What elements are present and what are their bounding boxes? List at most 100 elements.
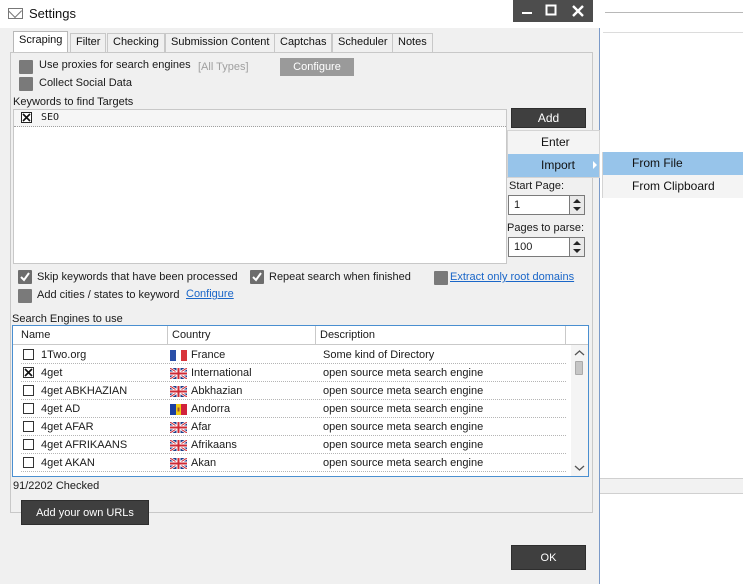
repeat-search-checkbox[interactable] — [250, 270, 264, 284]
checkmark-x-icon — [22, 113, 31, 122]
column-header-country[interactable]: Country — [168, 326, 316, 345]
configure-proxies-button[interactable]: Configure — [280, 58, 354, 76]
column-header-description[interactable]: Description — [316, 326, 566, 345]
tab-notes[interactable]: Notes — [392, 33, 433, 52]
tab-scheduler[interactable]: Scheduler — [332, 33, 394, 52]
engine-description: open source meta search engine — [323, 421, 484, 433]
keyword-checkbox[interactable] — [21, 112, 32, 123]
table-row[interactable]: 4get International open source meta search… — [13, 364, 571, 382]
close-icon — [571, 5, 584, 17]
checkmark-icon — [20, 272, 30, 282]
engine-name: 4get AD — [41, 403, 81, 415]
engine-name: 4get — [41, 367, 63, 379]
collect-social-checkbox[interactable] — [19, 77, 33, 91]
engine-name: 4get ABKHAZIAN — [41, 385, 128, 397]
list-item[interactable]: SEO — [14, 110, 506, 127]
add-cities-label: Add cities / states to keyword — [37, 289, 180, 301]
pages-to-parse-stepper[interactable]: 100 — [508, 237, 585, 257]
ok-button[interactable]: OK — [511, 545, 586, 570]
close-button[interactable] — [562, 0, 593, 22]
repeat-search-label: Repeat search when finished — [269, 271, 411, 283]
background-strip — [600, 478, 743, 494]
engine-name: 4get AFRIKAANS — [41, 439, 128, 451]
engine-country: Akan — [191, 457, 217, 469]
extract-root-checkbox[interactable] — [434, 271, 448, 285]
chevron-up-icon[interactable] — [571, 347, 588, 359]
add-cities-configure-link[interactable]: Configure — [186, 288, 234, 300]
use-proxies-label: Use proxies for search engines — [39, 59, 191, 71]
engine-name: 4get AFAR — [41, 421, 94, 433]
background-divider — [605, 12, 743, 13]
skip-keywords-checkbox[interactable] — [18, 270, 32, 284]
flag-icon — [170, 422, 187, 433]
tab-captchas[interactable]: Captchas — [274, 33, 333, 52]
scrollbar-thumb[interactable] — [575, 361, 583, 375]
engine-description: open source meta search engine — [323, 403, 484, 415]
row-checkbox[interactable] — [23, 403, 34, 414]
flag-icon — [170, 386, 187, 397]
table-header: Name Country Description — [13, 326, 588, 345]
keywords-list[interactable]: SEO — [13, 109, 507, 264]
start-page-label: Start Page: — [509, 180, 565, 192]
row-checkbox[interactable] — [23, 349, 34, 360]
use-proxies-checkbox[interactable] — [19, 60, 33, 74]
flag-icon — [170, 368, 187, 379]
engine-description: open source meta search engine — [323, 439, 484, 451]
import-submenu: From File From Clipboard — [602, 152, 743, 198]
start-page-stepper[interactable]: 1 — [508, 195, 585, 215]
row-checkbox[interactable] — [23, 367, 34, 378]
tab-submission-content[interactable]: Submission Content — [165, 33, 276, 52]
column-header-name[interactable]: Name — [13, 326, 168, 345]
search-engines-table[interactable]: Name Country Description 1Two.org France S… — [12, 325, 589, 477]
row-checkbox[interactable] — [23, 385, 34, 396]
tab-checking[interactable]: Checking — [107, 33, 165, 52]
row-divider — [21, 471, 566, 472]
tab-scraping[interactable]: Scraping — [13, 31, 69, 53]
collect-social-label: Collect Social Data — [39, 77, 132, 89]
row-checkbox[interactable] — [23, 421, 34, 432]
engine-name: 4get AKAN — [41, 457, 95, 469]
minimize-icon — [521, 12, 532, 14]
table-scrollbar[interactable] — [571, 345, 588, 476]
skip-keywords-label: Skip keywords that have been processed — [37, 271, 238, 283]
keywords-label: Keywords to find Targets — [13, 96, 134, 108]
table-row[interactable]: 4get AD Andorra open source meta search en… — [13, 400, 571, 418]
menu-item-from-file[interactable]: From File — [603, 152, 743, 175]
flag-icon — [170, 404, 187, 415]
stepper-arrows[interactable] — [569, 238, 584, 256]
add-dropdown-menu: Enter Import — [507, 130, 600, 178]
submenu-arrow-icon — [593, 161, 597, 169]
all-types-label: [All Types] — [198, 61, 249, 73]
engine-name: 1Two.org — [41, 349, 87, 361]
table-row[interactable]: 4get ABKHAZIAN Abkhazian open source meta … — [13, 382, 571, 400]
engine-country: Abkhazian — [191, 385, 243, 397]
table-row[interactable]: 4get AKAN Akan open source meta search eng… — [13, 454, 571, 472]
row-checkbox[interactable] — [23, 439, 34, 450]
background-app-area — [600, 0, 743, 584]
chevron-down-icon[interactable] — [571, 462, 588, 474]
maximize-button[interactable] — [540, 0, 562, 22]
flag-icon — [170, 458, 187, 469]
start-page-value: 1 — [514, 199, 521, 211]
flag-icon — [170, 440, 187, 451]
tab-filter[interactable]: Filter — [70, 33, 107, 52]
add-keyword-button[interactable]: Add — [511, 108, 586, 128]
table-row[interactable]: 1Two.org France Some kind of Directory — [13, 346, 571, 364]
menu-item-import[interactable]: Import — [508, 154, 599, 177]
menu-item-enter[interactable]: Enter — [508, 131, 599, 154]
minimize-button[interactable] — [513, 0, 540, 22]
add-cities-checkbox[interactable] — [18, 289, 32, 303]
engines-label: Search Engines to use — [12, 313, 123, 325]
mail-icon — [8, 8, 23, 19]
menu-item-from-clipboard[interactable]: From Clipboard — [603, 175, 743, 198]
pages-to-parse-value: 100 — [514, 241, 533, 253]
add-own-urls-button[interactable]: Add your own URLs — [21, 500, 149, 525]
menu-item-import-label: Import — [541, 158, 576, 172]
row-checkbox[interactable] — [23, 457, 34, 468]
up-down-arrows-icon — [573, 241, 581, 253]
stepper-arrows[interactable] — [569, 196, 584, 214]
maximize-icon — [545, 4, 557, 16]
extract-root-link[interactable]: Extract only root domains — [450, 271, 574, 283]
table-row[interactable]: 4get AFRIKAANS Afrikaans open source meta … — [13, 436, 571, 454]
table-row[interactable]: 4get AFAR Afar open source meta search eng… — [13, 418, 571, 436]
